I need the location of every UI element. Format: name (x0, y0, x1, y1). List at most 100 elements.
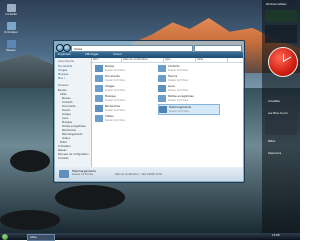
folder-item[interactable]: Liens Dossier de fichiers (158, 84, 218, 93)
folder-type: Dossier de fichiers (105, 78, 126, 82)
clock-minute-hand (283, 56, 292, 62)
tree-item[interactable]: Bureau (62, 97, 71, 100)
folder-icon (95, 95, 103, 102)
folder-item[interactable]: Musique Dossier de fichiers (95, 94, 155, 103)
taskbar: Gilles 13:08 (0, 233, 300, 241)
folder-icon (158, 65, 166, 72)
feed-slideshow: Diaporama (268, 152, 282, 155)
computer-icon (6, 22, 16, 30)
folder-name: Liens (168, 85, 175, 88)
tree-item[interactable]: Bureau (58, 89, 67, 92)
views-button[interactable]: Affichages (85, 53, 99, 56)
tree-item[interactable]: Vidéos (62, 137, 70, 140)
address-bar[interactable]: Gilles (71, 45, 193, 52)
folder-icon (159, 106, 167, 113)
folder-item[interactable]: Vidéos Dossier de fichiers (95, 114, 155, 123)
column-header-row: Nom Date de modification Type Taille (92, 58, 243, 63)
tree-item[interactable]: Parties enregistrées (62, 125, 86, 128)
column-type[interactable]: Type (164, 58, 196, 62)
tree-item[interactable]: Favoris (62, 109, 70, 112)
address-text: Gilles (74, 46, 83, 51)
nav-link-more[interactable]: Plus » (58, 77, 65, 80)
folder-item[interactable]: Contacts Dossier de fichiers (158, 64, 218, 73)
desktop-icon-label: Réseau (6, 49, 16, 52)
wallpaper-rock (0, 210, 60, 230)
folder-name: Contacts (168, 65, 180, 68)
recycle-bin-icon (6, 4, 16, 12)
details-pane: Téléchargements Dossier de fichiers Date… (55, 167, 243, 181)
folder-name: Recherches (105, 105, 120, 108)
folder-item[interactable]: Images Dossier de fichiers (95, 84, 155, 93)
sidebar-title: Windows Sidebar (266, 3, 287, 6)
address-row: Gilles (56, 44, 242, 52)
explorer-window[interactable]: Gilles Organiser Affichages Graver Liens… (53, 40, 245, 183)
column-date[interactable]: Date de modification (122, 58, 164, 62)
folder-item[interactable]: Favoris Dossier de fichiers (158, 74, 218, 83)
favorite-links-header: Liens favoris (58, 60, 74, 63)
folder-type: Dossier de fichiers (105, 68, 126, 72)
forward-button[interactable] (63, 44, 71, 52)
tree-item[interactable]: Public (60, 141, 67, 144)
window-content: Liens favoris Documents Images Musique P… (55, 58, 243, 167)
folder-item[interactable]: Bureau Dossier de fichiers (95, 64, 155, 73)
folder-name: Bureau (105, 65, 115, 68)
taskbar-clock[interactable]: 13:08 (272, 234, 279, 237)
column-name[interactable]: Nom (92, 58, 122, 62)
tree-item[interactable]: Gilles (60, 93, 67, 96)
desktop-icon-recycle-bin[interactable]: Corbeille (3, 4, 19, 16)
taskbar-window-label: Gilles (30, 236, 37, 239)
feed-headline: Les titres du jour (268, 112, 289, 115)
tree-item[interactable]: Ordinateur (58, 145, 71, 148)
start-button[interactable] (2, 233, 8, 240)
desktop-icon-label: Ordinateur (4, 31, 18, 34)
folder-name: Téléchargements (169, 106, 192, 109)
tree-item[interactable]: Réseau (58, 149, 67, 152)
desktop-icon-network[interactable]: Réseau (3, 40, 19, 52)
cpu-gadget[interactable] (265, 10, 297, 22)
folder-type: Dossier de fichiers (168, 98, 189, 102)
nav-link-pictures[interactable]: Images (58, 69, 67, 72)
folder-name: Documents (105, 75, 120, 78)
clock-gadget[interactable] (268, 47, 298, 77)
details-modified: Date de modification : 19/11/2006 12:56 (115, 173, 162, 176)
tree-item[interactable]: Images (62, 113, 71, 116)
folder-type: Dossier de fichiers (105, 98, 126, 102)
tree-item[interactable]: Recherches (62, 129, 76, 132)
folder-item-selected[interactable]: Téléchargements Dossier de fichiers (158, 104, 220, 115)
folder-type: Dossier de fichiers (168, 78, 189, 82)
wallpaper-rock (10, 150, 50, 172)
folder-type: Dossier de fichiers (105, 108, 126, 112)
tree-item[interactable]: Documents (62, 105, 76, 108)
folder-name: Images (105, 85, 115, 88)
folder-type: Dossier de fichiers (105, 118, 126, 122)
folder-item[interactable]: Recherches Dossier de fichiers (95, 104, 155, 113)
folders-header[interactable]: Dossiers (58, 84, 69, 87)
column-size[interactable]: Taille (196, 58, 228, 62)
folder-type: Dossier de fichiers (105, 88, 126, 92)
desktop-icon-computer[interactable]: Ordinateur (3, 22, 19, 34)
organize-button[interactable]: Organiser (58, 53, 71, 56)
tree-item[interactable]: Corbeille (58, 157, 69, 160)
folder-icon (158, 85, 166, 92)
tree-item[interactable]: Panneau de configuration (58, 153, 89, 156)
folder-name: Favoris (168, 75, 178, 78)
navigation-pane: Liens favoris Documents Images Musique P… (55, 58, 92, 167)
tree-item[interactable]: Téléchargements (62, 133, 82, 136)
search-input[interactable] (194, 45, 242, 52)
folder-icon (59, 170, 69, 178)
network-icon (6, 40, 16, 48)
slideshow-gadget[interactable] (265, 25, 297, 43)
folder-item[interactable]: Parties enregistrées Dossier de fichiers (158, 94, 218, 103)
tree-item[interactable]: Musique (62, 121, 72, 124)
burn-button[interactable]: Graver (113, 53, 122, 56)
nav-link-music[interactable]: Musique (58, 73, 68, 76)
folder-item[interactable]: Documents Dossier de fichiers (95, 74, 155, 83)
nav-link-documents[interactable]: Documents (58, 65, 72, 68)
folder-icon (158, 95, 166, 102)
folder-type: Dossier de fichiers (168, 88, 189, 92)
feed-title: Actualités (268, 100, 280, 103)
desktop-icon-label: Corbeille (5, 13, 17, 16)
folder-name: Parties enregistrées (168, 95, 194, 98)
tree-item[interactable]: Contacts (62, 101, 73, 104)
tree-item[interactable]: Liens (62, 117, 68, 120)
